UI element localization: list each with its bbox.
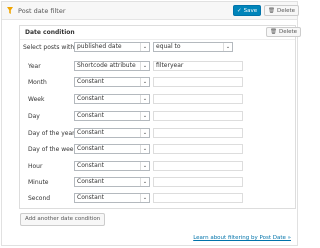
day-of-year-value-input[interactable]: [153, 128, 243, 138]
row-label: Day of the week: [28, 146, 77, 153]
chevron-down-icon: ⌄: [140, 162, 149, 170]
second-value-input[interactable]: [153, 193, 243, 203]
panel-title: Post date filter: [18, 7, 66, 15]
year-value-input[interactable]: filteryear: [153, 61, 243, 71]
chevron-down-icon: ⌄: [140, 194, 149, 202]
row-label: Hour: [28, 163, 43, 170]
minute-value-input[interactable]: [153, 177, 243, 187]
chevron-down-icon: ⌄: [140, 145, 149, 153]
chevron-down-icon: ⌄: [140, 95, 149, 103]
condition-title: Date condition: [25, 29, 75, 36]
funnel-icon: [7, 7, 13, 14]
trash-icon: 🗑: [270, 29, 277, 35]
week-value-input[interactable]: [153, 94, 243, 104]
condition-header: Date condition 🗑 Delete: [20, 26, 302, 40]
checkmark-icon: ✓: [237, 8, 242, 14]
delete-filter-button[interactable]: 🗑 Delete: [264, 5, 300, 16]
row-label: Minute: [28, 179, 49, 186]
chevron-down-icon: ⌄: [140, 129, 149, 137]
post-date-filter-panel: Post date filter ✓ Save 🗑 Delete Date cond…: [1, 1, 302, 246]
month-source-select[interactable]: Constant ⌄: [74, 77, 150, 87]
week-source-select[interactable]: Constant ⌄: [74, 94, 150, 104]
row-label: Day of the year: [28, 130, 75, 137]
date-condition-box: Date condition 🗑 Delete Select posts with…: [19, 25, 302, 209]
day-value-input[interactable]: [153, 111, 243, 121]
hour-value-input[interactable]: [153, 161, 243, 171]
day-source-select[interactable]: Constant ⌄: [74, 111, 150, 121]
month-value-input[interactable]: [153, 77, 243, 87]
second-source-select[interactable]: Constant ⌄: [74, 193, 150, 203]
row-label: Year: [28, 63, 41, 70]
row-label: Month: [28, 79, 47, 86]
delete-condition-button[interactable]: 🗑 Delete: [266, 27, 302, 37]
chevron-down-icon: ⌄: [223, 43, 232, 51]
day-of-week-source-select[interactable]: Constant ⌄: [74, 144, 150, 154]
trash-icon: 🗑: [268, 8, 275, 14]
select-posts-label: Select posts with: [23, 44, 75, 51]
chevron-down-icon: ⌄: [140, 178, 149, 186]
year-source-select[interactable]: Shortcode attribute ⌄: [74, 61, 150, 71]
chevron-down-icon: ⌄: [140, 62, 149, 70]
panel-header: Post date filter ✓ Save 🗑 Delete: [2, 2, 300, 20]
day-of-year-source-select[interactable]: Constant ⌄: [74, 128, 150, 138]
chevron-down-icon: ⌄: [140, 78, 149, 86]
minute-source-select[interactable]: Constant ⌄: [74, 177, 150, 187]
chevron-down-icon: ⌄: [140, 43, 149, 51]
operator-select[interactable]: equal to ⌄: [153, 42, 233, 52]
day-of-week-value-input[interactable]: [153, 144, 243, 154]
add-date-condition-button[interactable]: Add another date condition: [20, 213, 106, 226]
row-label: Day: [28, 113, 40, 120]
save-button[interactable]: ✓ Save: [233, 5, 262, 16]
row-label: Second: [28, 195, 51, 202]
date-field-select[interactable]: published date ⌄: [74, 42, 150, 52]
row-label: Week: [28, 96, 45, 103]
learn-filtering-link[interactable]: Learn about filtering by Post Date »: [193, 235, 291, 241]
hour-source-select[interactable]: Constant ⌄: [74, 161, 150, 171]
chevron-down-icon: ⌄: [140, 112, 149, 120]
